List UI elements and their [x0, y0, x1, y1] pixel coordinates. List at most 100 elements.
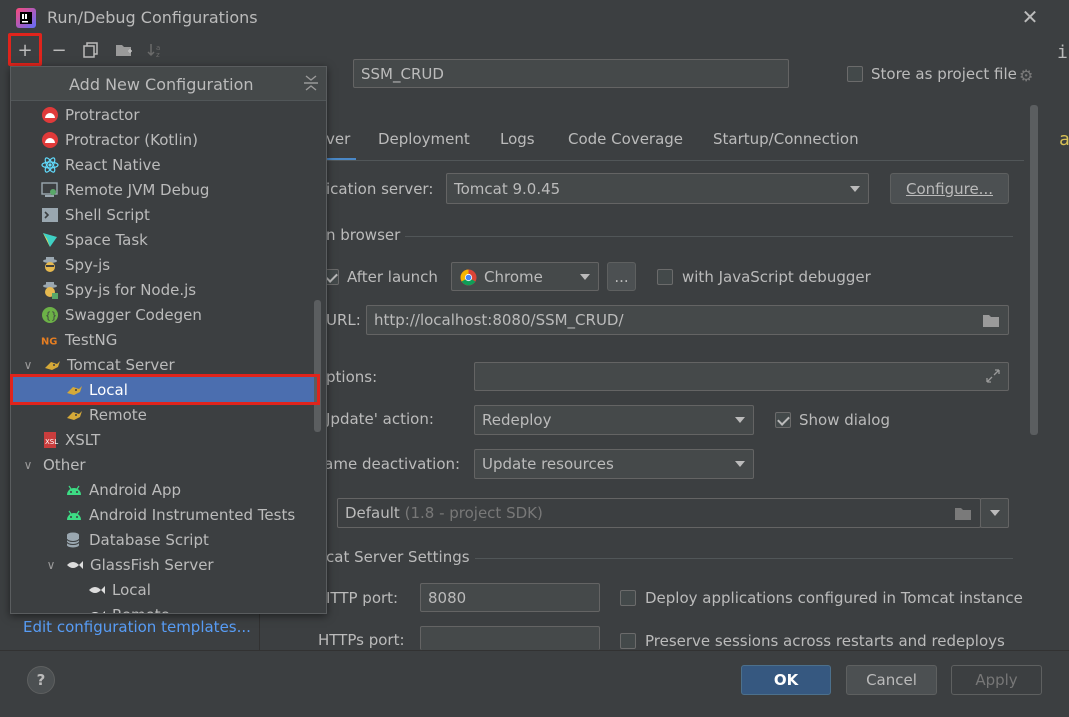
deploy-configured-checkbox[interactable] — [620, 590, 636, 606]
preserve-sessions-checkbox[interactable] — [620, 633, 636, 649]
edit-configuration-templates-link[interactable]: Edit configuration templates... — [23, 618, 251, 636]
copy-configuration-button[interactable] — [79, 38, 103, 62]
gear-icon[interactable]: ⚙ — [1019, 66, 1033, 85]
tabs-separator — [282, 160, 1024, 161]
chevron-down-icon[interactable]: ∨ — [21, 458, 35, 472]
open-browser-section-label: n browser — [326, 226, 401, 244]
add-new-configuration-popup: Add New Configuration Protractor Protrac… — [10, 66, 327, 614]
new-folder-button[interactable] — [112, 38, 136, 62]
list-item-android-app[interactable]: Android App — [11, 477, 315, 502]
glassfish-icon — [66, 556, 84, 574]
vm-options-input[interactable] — [474, 362, 1009, 391]
popup-title: Add New Configuration — [69, 75, 254, 94]
folder-icon[interactable] — [982, 313, 1000, 328]
shell-icon — [41, 206, 59, 224]
xslt-icon: XSL — [41, 431, 59, 449]
jre-dropdown-button[interactable] — [980, 498, 1009, 528]
frame-deactivation-select[interactable]: Update resources — [474, 449, 754, 479]
protractor-icon — [41, 131, 59, 149]
list-item-android-instrumented-tests[interactable]: Android Instrumented Tests — [11, 502, 315, 527]
show-dialog-checkbox[interactable] — [775, 412, 791, 428]
tomcat-settings-section-label: cat Server Settings — [326, 548, 470, 566]
chevron-down-icon — [850, 185, 860, 192]
update-action-label: Jpdate' action: — [326, 410, 434, 428]
protractor-icon — [41, 106, 59, 124]
spy-icon — [41, 281, 59, 299]
tab-deployment[interactable]: Deployment — [378, 130, 470, 148]
js-debugger-checkbox[interactable] — [657, 269, 673, 285]
list-item-glassfish-local[interactable]: Local — [11, 577, 315, 602]
name-input[interactable]: SSM_CRUD — [353, 59, 789, 88]
expand-icon[interactable] — [986, 369, 1000, 383]
help-button[interactable]: ? — [27, 666, 55, 694]
list-item-spy-js-node[interactable]: Spy-js for Node.js — [11, 277, 315, 302]
remove-configuration-button[interactable]: − — [47, 38, 71, 62]
folder-icon[interactable] — [954, 506, 972, 521]
android-icon — [65, 481, 83, 499]
http-port-label: ITTP port: — [326, 589, 399, 607]
tomcat-icon — [65, 406, 83, 424]
configure-button[interactable]: Configure... — [890, 173, 1009, 204]
svg-text:NG: NG — [41, 336, 57, 347]
chevron-down-icon[interactable]: ∨ — [44, 558, 58, 572]
list-item-space-task[interactable]: Space Task — [11, 227, 315, 252]
update-action-select[interactable]: Redeploy — [474, 405, 754, 435]
deploy-configured-label: Deploy applications configured in Tomcat… — [645, 589, 1023, 607]
open-browser-separator — [405, 236, 1013, 237]
https-port-input[interactable] — [420, 626, 600, 650]
list-item-swagger-codegen[interactable]: {} Swagger Codegen — [11, 302, 315, 327]
popup-header: Add New Configuration — [11, 67, 326, 101]
list-item-react-native[interactable]: React Native — [11, 152, 315, 177]
tab-code-coverage[interactable]: Code Coverage — [568, 130, 683, 148]
apply-button[interactable]: Apply — [951, 665, 1042, 695]
tab-server[interactable]: ver — [326, 130, 350, 148]
list-item-shell-script[interactable]: Shell Script — [11, 202, 315, 227]
list-item-protractor[interactable]: Protractor — [11, 102, 315, 127]
form-scrollbar[interactable] — [1030, 105, 1038, 435]
tab-startup-connection[interactable]: Startup/Connection — [713, 130, 859, 148]
spy-icon — [41, 256, 59, 274]
browser-options-button[interactable]: ... — [607, 262, 636, 291]
glassfish-icon — [88, 581, 106, 599]
add-configuration-button[interactable]: + — [13, 38, 37, 62]
close-icon[interactable]: ✕ — [1020, 6, 1040, 28]
space-icon — [41, 231, 59, 249]
browser-select[interactable]: Chrome — [451, 262, 599, 291]
jre-select[interactable]: Default (1.8 - project SDK) — [337, 498, 981, 528]
plus-icon: + — [17, 39, 33, 61]
list-item-other[interactable]: ∨ Other — [11, 452, 315, 477]
url-label: URL: — [326, 311, 361, 329]
sort-button[interactable]: az — [144, 38, 168, 62]
chevron-down-icon — [735, 417, 745, 423]
list-item-glassfish-server[interactable]: ∨ GlassFish Server — [11, 552, 315, 577]
tab-logs[interactable]: Logs — [500, 130, 535, 148]
copy-icon — [83, 42, 98, 58]
list-item-spy-js[interactable]: Spy-js — [11, 252, 315, 277]
editor-edge-text: i — [1057, 42, 1068, 63]
selected-item-highlight — [10, 374, 320, 405]
http-port-input[interactable]: 8080 — [420, 583, 600, 612]
url-input[interactable]: http://localhost:8080/SSM_CRUD/ — [366, 305, 1009, 335]
list-item-testng[interactable]: NG TestNG — [11, 327, 315, 352]
list-item-xslt[interactable]: XSL XSLT — [11, 427, 315, 452]
list-item-glassfish-remote[interactable]: Remote — [11, 602, 315, 613]
android-icon — [65, 506, 83, 524]
minus-icon: − — [51, 39, 67, 61]
list-item-tomcat-remote[interactable]: Remote — [11, 402, 315, 427]
popup-scrollbar[interactable] — [314, 300, 321, 432]
store-as-project-file-checkbox[interactable] — [847, 66, 863, 82]
list-item-protractor-kotlin[interactable]: Protractor (Kotlin) — [11, 127, 315, 152]
collapse-all-icon[interactable] — [303, 73, 319, 93]
after-launch-label: After launch — [347, 268, 438, 286]
chevron-down-icon[interactable]: ∨ — [21, 358, 35, 372]
window-title: Run/Debug Configurations — [47, 8, 258, 27]
remote-debug-icon — [41, 181, 59, 199]
ok-button[interactable]: OK — [741, 665, 831, 695]
list-item-database-script[interactable]: Database Script — [11, 527, 315, 552]
list-item-remote-jvm-debug[interactable]: Remote JVM Debug — [11, 177, 315, 202]
chevron-down-icon — [990, 510, 1000, 516]
svg-text:{}: {} — [45, 311, 57, 322]
folder-add-icon — [116, 45, 132, 56]
cancel-button[interactable]: Cancel — [846, 665, 937, 695]
application-server-select[interactable]: Tomcat 9.0.45 — [446, 173, 869, 204]
